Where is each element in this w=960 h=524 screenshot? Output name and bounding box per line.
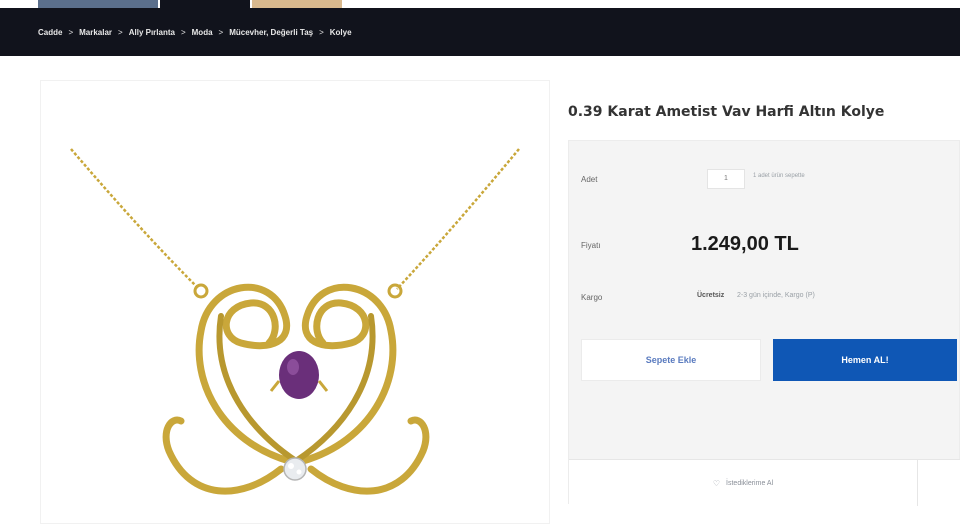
cargo-info: 2-3 gün içinde, Kargo (P) — [737, 292, 815, 299]
necklace-image[interactable] — [41, 81, 551, 524]
wishlist-strip: ♡ İstediklerime Al — [569, 459, 960, 506]
breadcrumb-separator: > — [180, 27, 186, 37]
breadcrumb-item[interactable]: Cadde — [38, 28, 62, 37]
top-tab-1[interactable] — [38, 0, 158, 8]
cargo-free: Ücretsiz — [697, 292, 725, 299]
top-tab-2[interactable] — [160, 0, 250, 8]
top-tab-strip — [0, 0, 960, 8]
price-label: Fiyatı — [581, 241, 601, 250]
breadcrumb-item[interactable]: Mücevher, Değerli Taş — [229, 28, 313, 37]
purchase-box: Adet 1 1 adet ürün sepette Fiyatı 1.249,… — [568, 140, 960, 506]
breadcrumb-item-current: Kolye — [329, 27, 352, 37]
product-image-panel[interactable] — [40, 80, 550, 524]
breadcrumb: Cadde > Markalar > Ally Pırlanta > Moda … — [0, 8, 960, 56]
breadcrumb-separator: > — [118, 27, 123, 37]
wishlist-button[interactable]: ♡ İstediklerime Al — [569, 460, 917, 506]
breadcrumb-item[interactable]: Markalar — [79, 28, 112, 37]
breadcrumb-separator: > — [319, 27, 324, 37]
wishlist-label: İstediklerime Al — [726, 479, 774, 487]
breadcrumb-separator: > — [218, 27, 224, 37]
quantity-input[interactable]: 1 — [707, 169, 745, 189]
add-to-cart-button[interactable]: Sepete Ekle — [581, 339, 761, 381]
buy-now-button[interactable]: Hemen AL! — [773, 339, 957, 381]
breadcrumb-item[interactable]: Ally Pırlanta — [129, 28, 175, 37]
heart-icon: ♡ — [712, 478, 721, 488]
breadcrumb-separator: > — [68, 27, 74, 37]
qty-label: Adet — [581, 175, 598, 184]
price-value: 1.249,00 TL — [691, 233, 799, 255]
divider — [917, 460, 918, 506]
qty-note: 1 adet ürün sepette — [753, 173, 805, 179]
breadcrumb-item[interactable]: Moda — [192, 28, 213, 37]
cargo-label: Kargo — [581, 293, 603, 302]
top-tab-3[interactable] — [252, 0, 342, 8]
product-title: 0.39 Karat Ametist Vav Harfi Altın Kolye — [568, 104, 885, 120]
